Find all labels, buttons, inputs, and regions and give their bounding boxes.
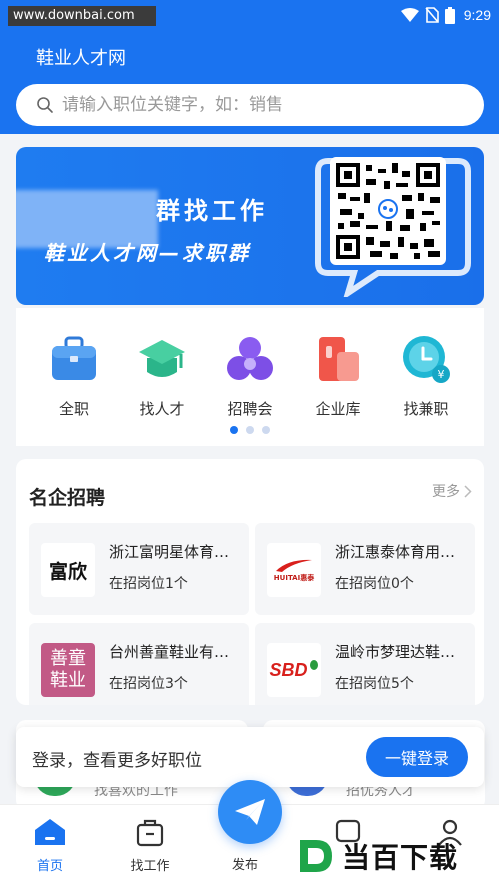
job-bag-icon bbox=[136, 819, 164, 847]
search-icon bbox=[37, 97, 53, 113]
nav-home[interactable]: 首页 bbox=[20, 817, 80, 874]
company-job-count: 在招岗位5个 bbox=[335, 676, 414, 692]
brand-logo-icon bbox=[300, 840, 332, 872]
more-link[interactable]: 更多 bbox=[432, 481, 472, 501]
category-part-time[interactable]: ¥ 找兼职 bbox=[386, 334, 466, 419]
home-icon bbox=[35, 819, 65, 845]
battery-icon bbox=[444, 6, 455, 24]
company-name: 台州善童鞋业有限公司 bbox=[109, 643, 241, 661]
page-dot[interactable] bbox=[246, 426, 254, 434]
category-find-talent[interactable]: 找人才 bbox=[122, 334, 202, 419]
paper-plane-icon bbox=[235, 799, 265, 825]
company-logo: HUITAI惠泰 bbox=[267, 543, 321, 597]
page-dot[interactable] bbox=[230, 426, 238, 434]
category-company-library[interactable]: 企业库 bbox=[298, 334, 378, 419]
brand-text: 当百下载 bbox=[342, 841, 459, 874]
category-label: 找人才 bbox=[139, 400, 185, 418]
nav-label: 首页 bbox=[36, 859, 63, 874]
login-prompt-text: 登录，查看更多好职位 bbox=[32, 751, 202, 771]
search-bar[interactable] bbox=[16, 84, 484, 126]
company-name: 温岭市梦理达鞋业有限公司 bbox=[335, 643, 467, 661]
company-logo: 富欣 bbox=[41, 543, 95, 597]
download-site-brand: 当百下载 bbox=[296, 836, 458, 876]
swoosh-logo-icon bbox=[276, 559, 312, 572]
no-sim-icon bbox=[425, 7, 439, 23]
category-full-time[interactable]: 全职 bbox=[34, 334, 114, 419]
page-indicator bbox=[16, 426, 484, 434]
leaf-icon bbox=[309, 660, 318, 670]
briefcase-icon bbox=[52, 336, 96, 380]
company-name: 浙江惠泰体育用品有限公司 bbox=[335, 543, 467, 561]
graduation-cap-icon bbox=[139, 340, 185, 377]
famous-companies-section: 名企招聘 更多 富欣 浙江富明星体育用品有限公司 在招岗位1个 HUITAI惠泰… bbox=[16, 459, 484, 705]
qr-code-icon bbox=[336, 163, 440, 259]
section-title: 名企招聘 bbox=[29, 487, 106, 509]
status-time: 9:29 bbox=[463, 7, 491, 23]
company-card[interactable]: HUITAI惠泰 浙江惠泰体育用品有限公司 在招岗位0个 bbox=[255, 523, 475, 615]
publish-label: 发布 bbox=[232, 858, 259, 873]
company-card[interactable]: SBD 温岭市梦理达鞋业有限公司 在招岗位5个 bbox=[255, 623, 475, 705]
svg-text:¥: ¥ bbox=[438, 368, 445, 381]
group-icon bbox=[227, 337, 273, 380]
nav-find-job[interactable]: 找工作 bbox=[120, 817, 180, 874]
company-card[interactable]: 富欣 浙江富明星体育用品有限公司 在招岗位1个 bbox=[29, 523, 249, 615]
company-card[interactable]: 善童鞋业 台州善童鞋业有限公司 在招岗位3个 bbox=[29, 623, 249, 705]
promo-banner[interactable]: 群找工作 鞋业人才网—求职群 bbox=[16, 147, 484, 305]
chevron-right-icon bbox=[464, 484, 472, 498]
one-click-login-button[interactable]: 一键登录 bbox=[366, 737, 468, 777]
company-icon bbox=[319, 337, 359, 381]
nav-label: 找工作 bbox=[130, 859, 170, 874]
category-job-fair[interactable]: 招聘会 bbox=[210, 334, 290, 419]
watermark: www.downbai.com bbox=[8, 6, 156, 26]
app-title: 鞋业人才网 bbox=[36, 48, 126, 69]
page-dot[interactable] bbox=[262, 426, 270, 434]
login-prompt: 登录，查看更多好职位 一键登录 bbox=[16, 727, 484, 787]
part-time-icon: ¥ bbox=[403, 336, 450, 383]
publish-button[interactable] bbox=[218, 780, 282, 844]
category-label: 全职 bbox=[58, 400, 89, 418]
company-name: 浙江富明星体育用品有限公司 bbox=[109, 543, 241, 561]
banner-headline: 群找工作 bbox=[156, 197, 268, 225]
more-label: 更多 bbox=[432, 484, 460, 500]
category-label: 招聘会 bbox=[227, 400, 273, 418]
category-label: 企业库 bbox=[315, 400, 361, 418]
category-label: 找兼职 bbox=[403, 400, 449, 418]
category-section: 全职 找人才 招聘会 企业库 ¥ 找兼职 bbox=[16, 308, 484, 446]
company-logo: 善童鞋业 bbox=[41, 643, 95, 697]
company-job-count: 在招岗位3个 bbox=[109, 676, 188, 692]
status-bar: 9:29 bbox=[400, 4, 491, 26]
company-job-count: 在招岗位1个 bbox=[109, 576, 188, 592]
wifi-icon bbox=[400, 8, 419, 22]
search-input[interactable] bbox=[62, 95, 442, 115]
app-header: www.downbai.com 9:29 鞋业人才网 bbox=[0, 0, 499, 134]
company-logo: SBD bbox=[267, 643, 321, 697]
qr-code bbox=[330, 157, 446, 265]
banner-subline: 鞋业人才网—求职群 bbox=[44, 241, 251, 265]
company-job-count: 在招岗位0个 bbox=[335, 576, 414, 592]
